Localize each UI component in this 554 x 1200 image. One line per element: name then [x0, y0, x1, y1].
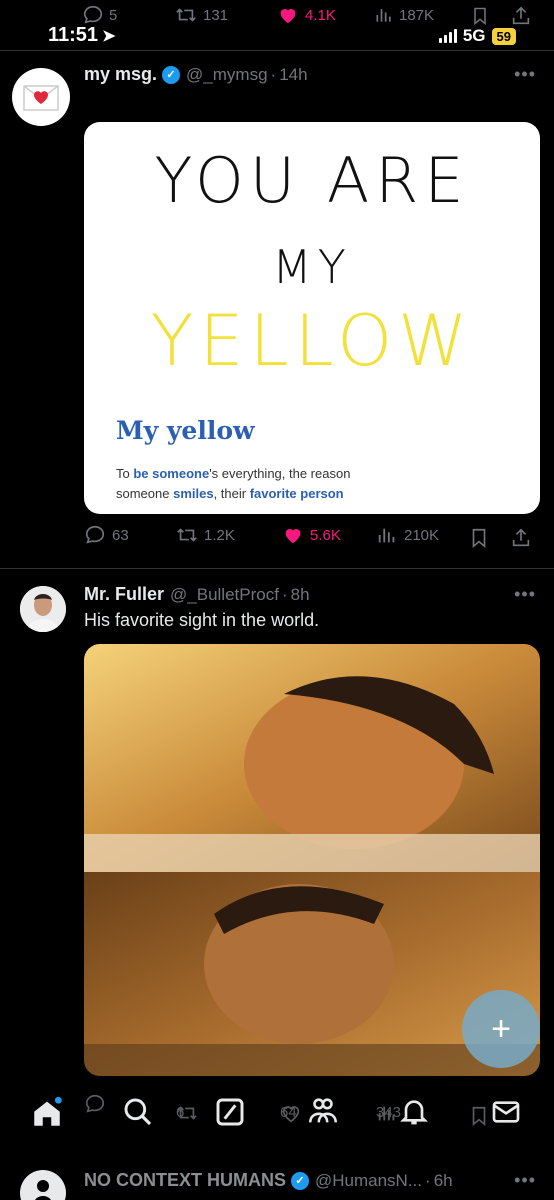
- network-label: 5G: [462, 26, 486, 45]
- reply-icon: [85, 1094, 105, 1113]
- bookmark-icon[interactable]: [470, 4, 490, 28]
- separator-dot: ·: [270, 64, 277, 84]
- person-silhouette-icon: [34, 1180, 52, 1200]
- handle[interactable]: @_BulletProcf: [170, 585, 279, 605]
- clock: 11:51 ➤: [48, 24, 115, 47]
- status-bar: 5 131 4.1K 187K 11:51 ➤ 5G 59: [0, 0, 554, 52]
- views-icon: [378, 528, 395, 543]
- prev-views-count: 187K: [399, 6, 435, 24]
- tweet-my-msg[interactable]: my msg. ✓ @_mymsg · 14h ••• YOU ARE MY Y…: [0, 60, 554, 560]
- image-text-line2: MY: [272, 240, 352, 294]
- dictionary-title: My yellow: [116, 416, 255, 445]
- prev-reply-count: 5: [109, 6, 118, 24]
- image-text-line1: YOU ARE: [154, 144, 470, 217]
- display-name[interactable]: NO CONTEXT HUMANS: [84, 1170, 286, 1191]
- retweet-count: 1.2K: [204, 526, 235, 544]
- clock-time: 11:51: [48, 24, 99, 46]
- reply-icon: [83, 5, 103, 24]
- notifications-bell-icon[interactable]: [398, 1094, 430, 1128]
- retweet-icon: [177, 528, 197, 542]
- retweet-icon: [177, 1105, 197, 1120]
- divider: [0, 568, 554, 569]
- retweet-button[interactable]: 6: [176, 1104, 197, 1121]
- prev-reply-button[interactable]: 5: [82, 4, 117, 26]
- prev-retweet-button[interactable]: 131: [174, 4, 228, 26]
- dictionary-definition: To be someone's everything, the reason s…: [116, 466, 351, 501]
- prev-like-count: 4.1K: [305, 6, 336, 24]
- signal-icon: [438, 29, 457, 43]
- battery-icon: 59: [491, 27, 516, 45]
- handle[interactable]: @_mymsg: [186, 65, 268, 85]
- communities-icon[interactable]: [306, 1094, 340, 1128]
- timestamp: 6h: [433, 1170, 453, 1190]
- separator-dot: ·: [425, 1170, 431, 1190]
- envelope-heart-icon: [23, 85, 59, 111]
- avatar[interactable]: [20, 586, 66, 632]
- prev-retweet-count: 131: [203, 6, 229, 24]
- like-button[interactable]: 5.6K: [282, 524, 341, 546]
- more-options-icon[interactable]: •••: [514, 1170, 536, 1191]
- person-photo-icon: [20, 586, 66, 632]
- prev-like-button[interactable]: 4.1K: [276, 4, 336, 26]
- tweet-header: NO CONTEXT HUMANS ✓ @HumansN... · 6h: [84, 1170, 453, 1191]
- verified-badge-icon: ✓: [291, 1171, 309, 1190]
- system-indicators: 5G 59: [438, 26, 516, 46]
- image-text-line3: YELLOW: [150, 300, 474, 382]
- reply-count: 63: [112, 526, 129, 544]
- grok-icon[interactable]: [214, 1096, 246, 1128]
- tweet-header: my msg. ✓ @_mymsg · 14h: [84, 64, 308, 85]
- tweet-header: Mr. Fuller @_BulletProcf · 8h: [84, 584, 310, 605]
- tweet-image[interactable]: YOU ARE MY YELLOW My yellow To be someon…: [84, 122, 540, 514]
- tweet-actions: 63 1.2K 5.6K 210K: [84, 524, 540, 554]
- bottom-navigation: 6 64 343: [0, 1082, 554, 1146]
- location-arrow-icon: ➤: [102, 27, 116, 45]
- bookmark-icon[interactable]: [468, 1104, 490, 1128]
- heart-icon: [285, 529, 301, 544]
- divider: [0, 50, 554, 51]
- retweet-button[interactable]: 1.2K: [176, 524, 235, 546]
- avatar[interactable]: [12, 68, 70, 126]
- messages-envelope-icon[interactable]: [490, 1096, 522, 1128]
- tweet-no-context-humans[interactable]: NO CONTEXT HUMANS ✓ @HumansN... · 6h •••: [0, 1160, 554, 1200]
- reply-icon: [85, 525, 105, 544]
- search-icon[interactable]: [122, 1096, 154, 1128]
- tweet-text: His favorite sight in the world.: [84, 610, 320, 630]
- compose-button[interactable]: +: [462, 990, 540, 1068]
- verified-badge-icon: ✓: [162, 65, 181, 84]
- views-count: 210K: [404, 526, 440, 544]
- views-icon: [376, 9, 391, 22]
- plus-icon: +: [491, 1009, 511, 1048]
- separator-dot: ·: [281, 584, 288, 604]
- share-icon[interactable]: [510, 4, 532, 28]
- handle[interactable]: @HumansN...: [315, 1171, 422, 1191]
- timestamp: 14h: [279, 64, 308, 84]
- avatar[interactable]: [20, 1170, 66, 1200]
- heart-outline-icon: [282, 1105, 300, 1122]
- timestamp: 8h: [290, 584, 310, 604]
- retweet-icon: [176, 8, 196, 22]
- views-icon: [378, 1106, 395, 1120]
- bookmark-icon[interactable]: [468, 526, 490, 550]
- more-options-icon[interactable]: •••: [514, 64, 536, 85]
- heart-icon: [280, 9, 296, 24]
- prev-views-button[interactable]: 187K: [374, 4, 434, 26]
- reply-button[interactable]: 63: [84, 524, 129, 546]
- more-options-icon[interactable]: •••: [514, 584, 536, 605]
- display-name[interactable]: my msg.: [84, 64, 157, 85]
- like-button[interactable]: 64: [280, 1104, 300, 1122]
- views-button[interactable]: 210K: [376, 524, 439, 546]
- display-name[interactable]: Mr. Fuller: [84, 584, 164, 605]
- share-icon[interactable]: [510, 526, 532, 550]
- like-count: 5.6K: [310, 526, 341, 544]
- home-icon[interactable]: [30, 1096, 64, 1130]
